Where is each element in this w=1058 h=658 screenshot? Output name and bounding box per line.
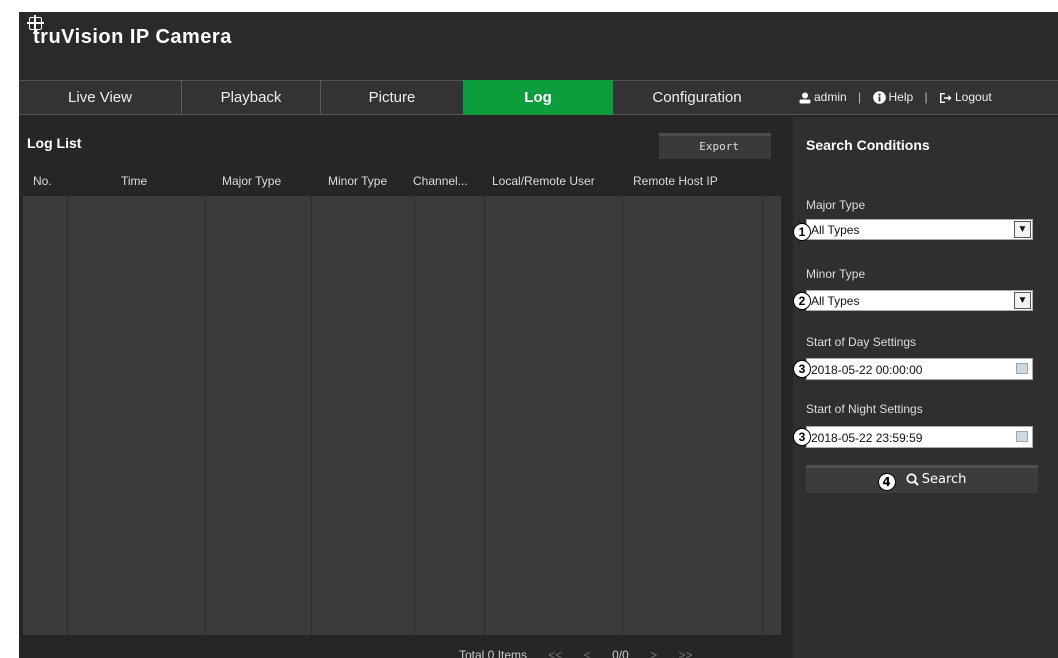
column-divider: [311, 196, 312, 635]
last-page-button[interactable]: >>: [678, 648, 692, 658]
log-list-title: Log List: [27, 135, 82, 151]
callout-marker-3: 3: [793, 360, 811, 378]
column-divider: [205, 196, 206, 635]
start-day-label: Start of Day Settings: [806, 335, 917, 349]
minor-type-label: Minor Type: [806, 267, 866, 281]
column-divider: [622, 196, 623, 635]
pagination: Total 0 Items << < 0/0 > >>: [459, 648, 711, 658]
app-window: truVision IP Camera Live View Playback P…: [19, 12, 1058, 658]
toolbar-separator: |: [924, 90, 928, 104]
start-night-value: 2018-05-22 23:59:59: [811, 431, 923, 445]
column-header-no[interactable]: No.: [33, 174, 52, 188]
main-nav: Live View Playback Picture Log Configura…: [19, 80, 1058, 115]
column-header-major-type[interactable]: Major Type: [222, 174, 281, 188]
logout-icon: [940, 92, 952, 103]
start-night-label: Start of Night Settings: [806, 402, 923, 416]
column-header-user[interactable]: Local/Remote User: [492, 174, 595, 188]
minor-type-value: All Types: [811, 294, 860, 308]
page-indicator: 0/0: [612, 648, 629, 658]
column-divider: [414, 196, 415, 635]
search-label: Search: [921, 472, 967, 487]
column-header-time[interactable]: Time: [121, 174, 147, 188]
help-label: Help: [888, 90, 914, 104]
user-icon: [799, 92, 811, 104]
brand-title: truVision IP Camera: [33, 26, 232, 48]
column-header-minor-type[interactable]: Minor Type: [328, 174, 387, 188]
callout-marker-4: 4: [877, 473, 896, 491]
tab-playback[interactable]: Playback: [182, 81, 321, 114]
user-toolbar: admin | Help | Logout: [799, 81, 992, 114]
major-type-select[interactable]: 1 All Types ▼: [793, 219, 1033, 241]
column-header-channel[interactable]: Channel...: [413, 174, 468, 188]
brand-header: truVision IP Camera: [19, 12, 1058, 80]
callout-marker-1: 1: [793, 223, 811, 241]
info-icon: [872, 91, 886, 105]
logout-link[interactable]: Logout: [939, 90, 992, 104]
major-type-value: All Types: [811, 223, 860, 237]
user-name: admin: [814, 90, 847, 104]
start-night-input[interactable]: 3 2018-05-22 23:59:59: [793, 426, 1033, 448]
log-table-header: No. Time Major Type Minor Type Channel..…: [19, 172, 779, 194]
start-day-input[interactable]: 3 2018-05-22 00:00:00: [793, 358, 1033, 380]
column-divider: [484, 196, 485, 635]
export-button[interactable]: Export: [659, 133, 771, 159]
calendar-icon[interactable]: [1016, 431, 1028, 442]
toolbar-separator: |: [858, 90, 862, 104]
log-table-body: [23, 196, 781, 635]
callout-marker-2: 2: [793, 292, 811, 310]
chevron-down-icon[interactable]: ▼: [1014, 292, 1031, 309]
column-divider: [67, 196, 68, 635]
help-link[interactable]: Help: [872, 90, 917, 105]
user-menu[interactable]: admin: [799, 90, 850, 104]
next-page-button[interactable]: >: [650, 648, 657, 658]
tab-picture[interactable]: Picture: [321, 81, 463, 114]
search-conditions-title: Search Conditions: [806, 137, 930, 153]
column-header-remote-host-ip[interactable]: Remote Host IP: [633, 174, 718, 188]
major-type-label: Major Type: [806, 198, 866, 212]
tab-configuration[interactable]: Configuration: [613, 81, 781, 114]
calendar-icon[interactable]: [1016, 363, 1028, 374]
tab-live-view[interactable]: Live View: [19, 81, 182, 114]
callout-marker-3b: 3: [793, 428, 811, 446]
column-divider: [762, 196, 763, 635]
start-day-value: 2018-05-22 00:00:00: [811, 363, 923, 377]
minor-type-select[interactable]: 2 All Types ▼: [793, 290, 1033, 311]
chevron-down-icon[interactable]: ▼: [1014, 221, 1031, 238]
tab-log[interactable]: Log: [463, 80, 613, 115]
prev-page-button[interactable]: <: [584, 648, 591, 658]
pagination-total: Total 0 Items: [459, 648, 528, 658]
search-conditions-panel: Search Conditions Major Type 1 All Types…: [793, 117, 1058, 658]
logout-label: Logout: [955, 90, 992, 104]
search-button[interactable]: 4 Search: [806, 465, 1038, 493]
search-icon: [906, 473, 919, 486]
first-page-button[interactable]: <<: [548, 648, 562, 658]
